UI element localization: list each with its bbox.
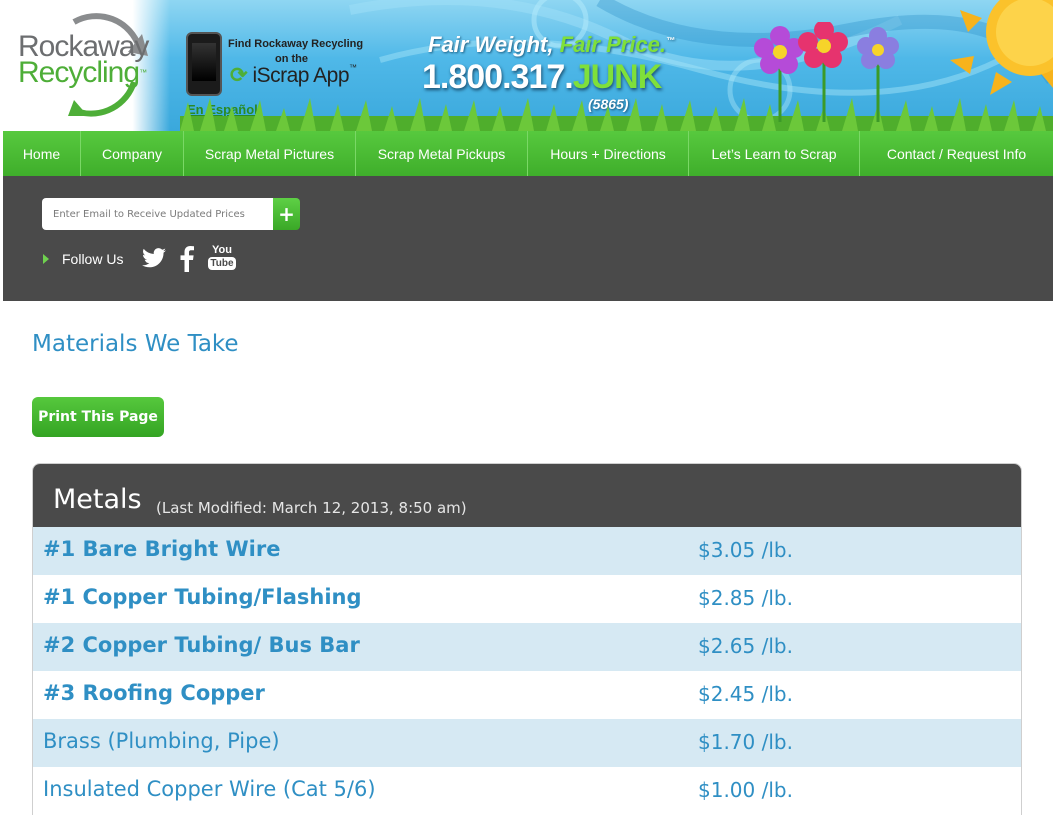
email-submit-button[interactable]: +	[273, 198, 300, 230]
iscrap-app-link[interactable]: ⟳ iScrap App™	[230, 63, 357, 88]
email-input[interactable]	[42, 198, 273, 230]
logo[interactable]: Rockaway Recycling™	[0, 0, 170, 131]
material-price: $1.70 /lb.	[698, 730, 793, 754]
nav-hours-directions[interactable]: Hours + Directions	[528, 131, 689, 176]
nav-company[interactable]: Company	[81, 131, 184, 176]
material-name[interactable]: Insulated Copper Wire (Cat 5/6)	[43, 777, 376, 801]
table-row: #1 Copper Tubing/Flashing $2.85 /lb.	[33, 575, 1021, 623]
facebook-icon[interactable]	[180, 246, 194, 272]
material-name[interactable]: #3 Roofing Copper	[43, 681, 265, 705]
nav-scrap-metal-pictures[interactable]: Scrap Metal Pictures	[184, 131, 356, 176]
metals-price-table: Metals (Last Modified: March 12, 2013, 8…	[32, 463, 1022, 815]
material-price: $3.05 /lb.	[698, 538, 793, 562]
arrow-right-icon	[43, 254, 49, 264]
table-row: #2 Copper Tubing/ Bus Bar $2.65 /lb.	[33, 623, 1021, 671]
nav-home[interactable]: Home	[3, 131, 81, 176]
material-price: $2.65 /lb.	[698, 634, 793, 658]
nav-scrap-metal-pickups[interactable]: Scrap Metal Pickups	[356, 131, 528, 176]
table-row: Brass (Plumbing, Pipe) $1.70 /lb.	[33, 719, 1021, 767]
flowers-decoration	[754, 22, 899, 122]
youtube-tube-text: Tube	[208, 257, 236, 270]
last-modified-label: (Last Modified: March 12, 2013, 8:50 am)	[156, 499, 467, 517]
print-page-button[interactable]: Print This Page	[32, 397, 164, 437]
material-price: $1.00 /lb.	[698, 778, 793, 802]
material-name[interactable]: Brass (Plumbing, Pipe)	[43, 729, 280, 753]
phone-number[interactable]: 1.800.317.JUNK	[422, 58, 662, 97]
material-price: $2.85 /lb.	[698, 586, 793, 610]
material-name[interactable]: #1 Bare Bright Wire	[43, 537, 280, 561]
nav-contact-request-info[interactable]: Contact / Request Info	[860, 131, 1053, 176]
site-header: Rockaway Recycling™ Find Rockaway Recycl…	[0, 0, 1053, 131]
iscrap-logo-icon: ⟳	[230, 64, 248, 87]
app-find-text: Find Rockaway Recycling	[228, 38, 364, 50]
table-row: #3 Roofing Copper $2.45 /lb.	[33, 671, 1021, 719]
logo-line-2: Recycling™	[18, 56, 147, 89]
table-row: #1 Bare Bright Wire $3.05 /lb.	[33, 527, 1021, 575]
table-row: Insulated Copper Wire (Cat 5/6) $1.00 /l…	[33, 767, 1021, 815]
metals-table-header: Metals (Last Modified: March 12, 2013, 8…	[33, 464, 1021, 527]
sun-decoration	[950, 0, 1053, 95]
grass-decoration	[180, 98, 1053, 131]
slogan: Fair Weight, Fair Price.™	[428, 32, 676, 57]
follow-us-label: Follow Us	[62, 251, 124, 267]
metals-title: Metals	[53, 484, 142, 515]
subscribe-bar: + Follow Us You Tube	[3, 176, 1053, 301]
material-name[interactable]: #1 Copper Tubing/Flashing	[43, 585, 362, 609]
material-name[interactable]: #2 Copper Tubing/ Bus Bar	[43, 633, 360, 657]
nav-lets-learn-to-scrap[interactable]: Let’s Learn to Scrap	[689, 131, 860, 176]
material-price: $2.45 /lb.	[698, 682, 793, 706]
youtube-you-text: You	[212, 244, 232, 256]
page-title: Materials We Take	[32, 331, 239, 357]
iphone-icon	[186, 32, 222, 96]
main-nav: Home Company Scrap Metal Pictures Scrap …	[3, 131, 1053, 176]
youtube-icon[interactable]: You Tube	[208, 244, 236, 272]
twitter-icon[interactable]	[142, 248, 166, 268]
